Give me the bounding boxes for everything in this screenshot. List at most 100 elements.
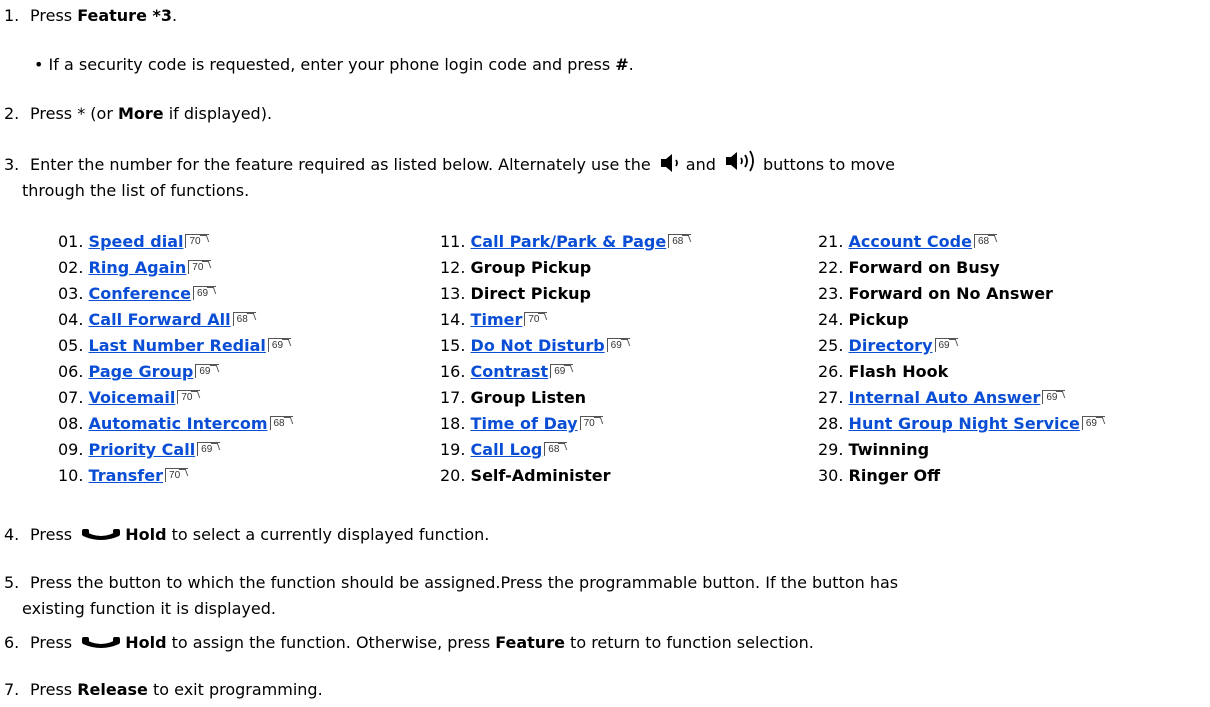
feature-item[interactable]: 01. Speed dial 70 bbox=[58, 229, 293, 255]
page-reference-icon[interactable]: 69 bbox=[934, 338, 958, 352]
feature-link[interactable]: Priority Call bbox=[89, 440, 196, 459]
feature-item[interactable]: 25. Directory 69 bbox=[818, 333, 1105, 359]
feature-item[interactable]: 16. Contrast 69 bbox=[440, 359, 691, 385]
feature-number: 02. bbox=[58, 258, 84, 277]
page-reference-icon[interactable]: 69 bbox=[1081, 416, 1105, 430]
feature-item: 20. Self-Administer bbox=[440, 463, 691, 489]
feature-link[interactable]: Speed dial bbox=[89, 232, 184, 251]
feature-number: 17. bbox=[440, 388, 466, 407]
feature-item[interactable]: 10. Transfer 70 bbox=[58, 463, 293, 489]
feature-number: 04. bbox=[58, 310, 84, 329]
feature-link[interactable]: Transfer bbox=[89, 466, 163, 485]
page-reference-icon[interactable]: 70 bbox=[188, 260, 212, 274]
step-5: 5. Press the button to which the function… bbox=[4, 570, 1204, 622]
feature-link[interactable]: Call Log bbox=[471, 440, 543, 459]
feature-link[interactable]: Internal Auto Answer bbox=[849, 388, 1041, 407]
feature-item[interactable]: 11. Call Park/Park & Page 68 bbox=[440, 229, 692, 255]
hold-handset-icon bbox=[82, 637, 121, 648]
feature-column-1: 01. Speed dial 70 02. Ring Again 70 03. Conf… bbox=[58, 229, 293, 489]
page-reference-icon[interactable]: 68 bbox=[973, 234, 998, 248]
page-reference-icon[interactable]: 70 bbox=[185, 234, 209, 248]
feature-number: 26. bbox=[818, 362, 844, 381]
feature-label: Forward on Busy bbox=[848, 258, 1000, 277]
step-text: Press bbox=[30, 6, 78, 25]
feature-item[interactable]: 18. Time of Day 70 bbox=[440, 411, 691, 437]
page-reference-icon[interactable]: 69 bbox=[197, 442, 221, 456]
page-reference-icon[interactable]: 70 bbox=[524, 312, 548, 326]
feature-item[interactable]: 02. Ring Again 70 bbox=[58, 255, 293, 281]
feature-item[interactable]: 27. Internal Auto Answer 69 bbox=[818, 385, 1105, 411]
page-reference-icon[interactable]: 69 bbox=[550, 364, 574, 378]
feature-item[interactable]: 06. Page Group 69 bbox=[58, 359, 293, 385]
step-number: 5. bbox=[4, 573, 20, 592]
step-3: 3. Enter the number for the feature requi… bbox=[4, 148, 1204, 204]
step-number: 1. bbox=[4, 6, 20, 25]
feature-link[interactable]: Account Code bbox=[849, 232, 972, 251]
feature-label: Twinning bbox=[848, 440, 930, 459]
key-release: Release bbox=[77, 680, 148, 699]
feature-column-3: 21. Account Code 68 22. Forward on Busy 23.… bbox=[818, 229, 1105, 489]
feature-link[interactable]: Last Number Redial bbox=[89, 336, 266, 355]
step-text: if displayed). bbox=[163, 104, 273, 123]
feature-number: 24. bbox=[818, 310, 844, 329]
feature-link[interactable]: Timer bbox=[471, 310, 523, 329]
feature-label: Flash Hook bbox=[848, 362, 949, 381]
feature-item[interactable]: 04. Call Forward All 68 bbox=[58, 307, 293, 333]
step-text: buttons to move bbox=[762, 155, 895, 174]
feature-link[interactable]: Automatic Intercom bbox=[89, 414, 268, 433]
feature-item[interactable]: 28. Hunt Group Night Service 69 bbox=[818, 411, 1105, 437]
feature-link[interactable]: Hunt Group Night Service bbox=[849, 414, 1080, 433]
feature-link[interactable]: Conference bbox=[89, 284, 191, 303]
feature-number: 01. bbox=[58, 232, 84, 251]
page-reference-icon[interactable]: 68 bbox=[668, 234, 692, 248]
feature-item[interactable]: 09. Priority Call 69 bbox=[58, 437, 293, 463]
feature-item[interactable]: 19. Call Log 68 bbox=[440, 437, 691, 463]
step-text: Enter the number for the feature require… bbox=[30, 155, 656, 174]
feature-link[interactable]: Do Not Disturb bbox=[471, 336, 605, 355]
step-1: 1. Press Feature *3. bbox=[4, 3, 1204, 29]
step-text: . bbox=[171, 6, 178, 25]
feature-item[interactable]: 15. Do Not Disturb 69 bbox=[440, 333, 691, 359]
hold-handset-icon bbox=[82, 529, 121, 540]
feature-number: 18. bbox=[440, 414, 466, 433]
feature-item[interactable]: 21. Account Code 68 bbox=[818, 229, 1105, 255]
key-feature: Feature bbox=[495, 633, 565, 652]
page-reference-icon[interactable]: 68 bbox=[269, 416, 293, 430]
feature-item[interactable]: 05. Last Number Redial 69 bbox=[58, 333, 293, 359]
page-reference-icon[interactable]: 69 bbox=[1042, 390, 1066, 404]
page-reference-icon[interactable]: 70 bbox=[579, 416, 603, 430]
step-text: to assign the function. Otherwise, press bbox=[166, 633, 496, 652]
feature-item[interactable]: 07. Voicemail 70 bbox=[58, 385, 293, 411]
feature-item[interactable]: 08. Automatic Intercom 68 bbox=[58, 411, 293, 437]
step-text: and bbox=[685, 155, 716, 174]
feature-link[interactable]: Page Group bbox=[89, 362, 194, 381]
page-reference-icon[interactable]: 68 bbox=[232, 312, 256, 326]
feature-item: 24. Pickup bbox=[818, 307, 1105, 333]
key-hold: Hold bbox=[125, 525, 167, 544]
feature-item[interactable]: 14. Timer 70 bbox=[440, 307, 691, 333]
feature-link[interactable]: Time of Day bbox=[471, 414, 578, 433]
feature-number: 10. bbox=[58, 466, 84, 485]
page-reference-icon[interactable]: 68 bbox=[544, 442, 568, 456]
page-reference-icon[interactable]: 69 bbox=[192, 286, 217, 300]
page-reference-icon[interactable]: 70 bbox=[177, 390, 201, 404]
step-text-continued: through the list of functions. bbox=[22, 181, 250, 200]
key-more: More bbox=[117, 104, 164, 123]
feature-link[interactable]: Ring Again bbox=[89, 258, 187, 277]
page-reference-icon[interactable]: 69 bbox=[195, 364, 219, 378]
feature-item: 13. Direct Pickup bbox=[440, 281, 691, 307]
step-number: 4. bbox=[4, 525, 20, 544]
page-reference-icon[interactable]: 69 bbox=[606, 338, 630, 352]
feature-label: Ringer Off bbox=[848, 466, 941, 485]
feature-label: Direct Pickup bbox=[470, 284, 591, 303]
feature-link[interactable]: Call Park/Park & Page bbox=[471, 232, 667, 251]
feature-item[interactable]: 03. Conference 69 bbox=[58, 281, 293, 307]
feature-link[interactable]: Call Forward All bbox=[89, 310, 231, 329]
feature-link[interactable]: Voicemail bbox=[89, 388, 176, 407]
feature-link[interactable]: Contrast bbox=[471, 362, 549, 381]
page-reference-icon[interactable]: 69 bbox=[267, 338, 292, 352]
feature-number: 29. bbox=[818, 440, 844, 459]
page-reference-icon[interactable]: 70 bbox=[165, 468, 189, 482]
feature-link[interactable]: Directory bbox=[849, 336, 933, 355]
step-text: to return to function selection. bbox=[564, 633, 814, 652]
